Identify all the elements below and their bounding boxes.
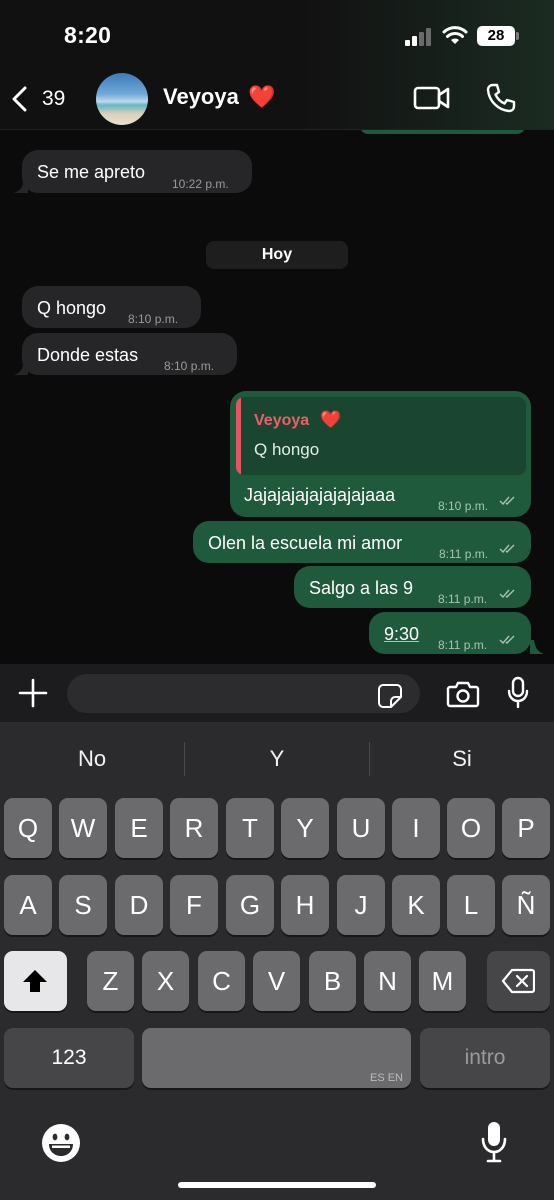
message-time: 8:10 p.m. [438,499,489,513]
key-l[interactable]: L [447,875,495,935]
key-r[interactable]: R [170,798,218,858]
message-text: Salgo a las 9 [309,578,414,598]
message-text: Se me apreto [37,162,146,182]
sticker-icon[interactable] [377,683,403,709]
key-w[interactable]: W [59,798,107,858]
read-receipt-icon [499,496,515,506]
camera-icon[interactable] [446,679,480,709]
key-o[interactable]: O [447,798,495,858]
key-enye[interactable]: Ñ [502,875,550,935]
key-m[interactable]: M [419,951,466,1011]
shift-icon [23,970,47,992]
numbers-key[interactable]: 123 [4,1028,134,1088]
keyboard: No Y Si Q W E R T Y U I O P A S D F G H … [0,722,554,1200]
reply-accent-bar [236,397,241,475]
key-s[interactable]: S [59,875,107,935]
outgoing-message[interactable]: Veyoya ❤️ Q hongo Jajajajajajajajajaaa 8… [230,391,531,517]
shift-key[interactable] [4,951,67,1011]
bubble-tail [14,179,28,193]
heart-emoji: ❤️ [320,410,342,429]
message-text: Jajajajajajajajajaaa [244,485,396,505]
key-y[interactable]: Y [281,798,329,858]
key-q[interactable]: Q [4,798,52,858]
quoted-reply[interactable]: Veyoya ❤️ Q hongo [236,397,526,475]
key-a[interactable]: A [4,875,52,935]
dictation-mic-icon[interactable] [480,1120,508,1164]
chat-header: 39 Veyoya ❤️ [0,70,554,130]
phone-icon[interactable] [485,82,517,114]
avatar[interactable] [96,73,148,125]
outgoing-message[interactable]: Salgo a las 9 8:11 p.m. [294,566,531,608]
microphone-icon[interactable] [506,676,530,710]
message-time: 8:10 p.m. [164,359,215,373]
unread-count: 39 [42,87,66,110]
quoted-author: Veyoya [254,412,310,429]
message-list[interactable]: Se me apreto 10:22 p.m. Hoy Q hongo 8:10… [0,130,554,664]
backspace-icon [501,968,535,994]
battery-icon [516,32,519,40]
outgoing-message[interactable]: Olen la escuela mi amor 8:11 p.m. [193,521,531,563]
chevron-left-icon [12,86,27,112]
key-u[interactable]: U [337,798,385,858]
incoming-message[interactable]: Donde estas 8:10 p.m. [22,333,237,375]
message-time: 8:11 p.m. [439,547,489,561]
backspace-key[interactable] [487,951,550,1011]
key-h[interactable]: H [281,875,329,935]
read-receipt-icon [499,589,515,599]
key-k[interactable]: K [392,875,440,935]
return-key[interactable]: intro [420,1028,550,1088]
key-x[interactable]: X [142,951,189,1011]
suggestion-1[interactable]: No [0,742,184,776]
status-bar: 8:20 28 [0,0,554,70]
message-text: 9:30 [384,624,420,644]
key-c[interactable]: C [198,951,245,1011]
incoming-message[interactable]: Se me apreto 10:22 p.m. [22,150,252,193]
wifi-icon [442,26,468,44]
message-text: Q hongo [37,298,107,318]
key-j[interactable]: J [337,875,385,935]
key-g[interactable]: G [226,875,274,935]
language-label: ES EN [369,1072,403,1084]
quoted-text: Q hongo [254,440,320,459]
suggestion-3[interactable]: Si [370,742,554,776]
key-e[interactable]: E [115,798,163,858]
space-key[interactable]: ES EN [142,1028,411,1088]
read-receipt-icon [499,635,515,645]
contact-name[interactable]: Veyoya [163,84,239,110]
heart-emoji: ❤️ [248,84,276,109]
message-time: 8:10 p.m. [128,312,179,326]
key-i[interactable]: I [392,798,440,858]
key-t[interactable]: T [226,798,274,858]
cellular-signal-icon [405,28,433,46]
date-separator: Hoy [206,241,348,269]
status-time: 8:20 [64,22,112,48]
key-p[interactable]: P [502,798,550,858]
battery-level: 28 [477,26,515,46]
bubble-tail [530,640,544,654]
outgoing-message[interactable]: 9:30 8:11 p.m. [369,612,531,654]
key-n[interactable]: N [364,951,411,1011]
emoji-icon[interactable] [40,1122,82,1164]
message-time: 8:11 p.m. [438,638,488,652]
message-text: Olen la escuela mi amor [208,533,403,553]
compose-bar [0,664,554,722]
message-text: Donde estas [37,345,139,365]
read-receipt-icon [499,544,515,554]
message-input[interactable] [67,674,420,713]
video-camera-icon[interactable] [413,84,451,112]
key-f[interactable]: F [170,875,218,935]
home-indicator[interactable] [178,1182,376,1188]
suggestion-2[interactable]: Y [185,742,369,776]
key-b[interactable]: B [309,951,356,1011]
key-d[interactable]: D [115,875,163,935]
back-button[interactable]: 39 [10,82,76,116]
incoming-message[interactable]: Q hongo 8:10 p.m. [22,286,201,328]
key-v[interactable]: V [253,951,300,1011]
message-time: 8:11 p.m. [438,592,488,606]
key-z[interactable]: Z [87,951,134,1011]
previous-outgoing-bubble [360,130,525,134]
message-time: 10:22 p.m. [172,177,229,191]
plus-icon[interactable] [17,677,49,709]
bubble-tail [14,361,28,375]
